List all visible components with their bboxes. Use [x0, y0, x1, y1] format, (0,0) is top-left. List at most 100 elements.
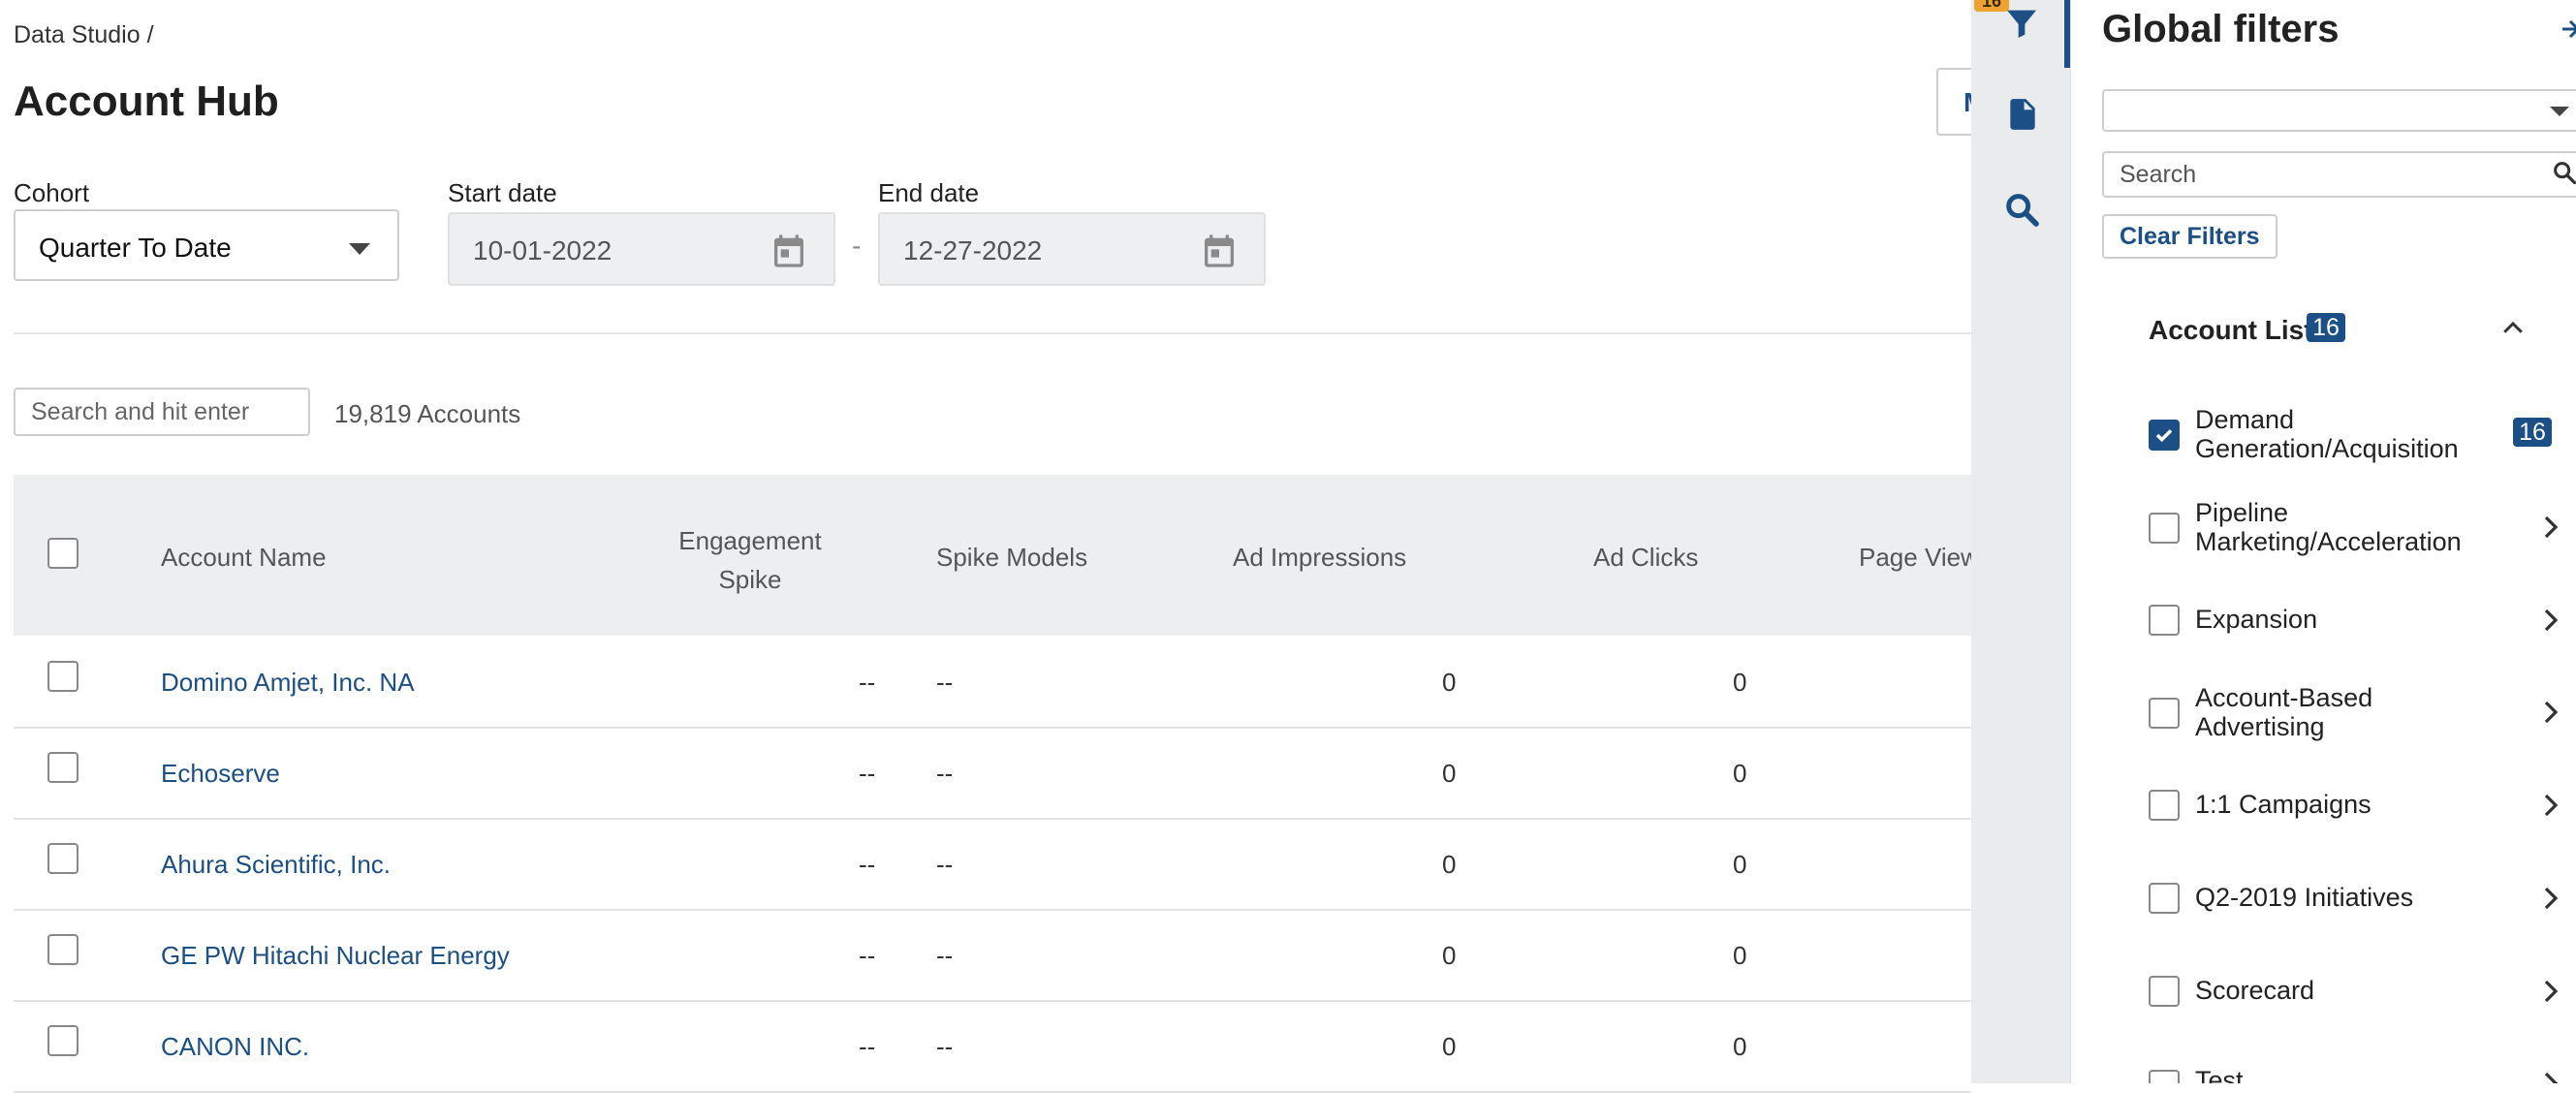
table-row: Echoserve -- -- 0 0: [14, 727, 1971, 820]
cohort-value: Quarter To Date: [39, 233, 232, 263]
filter-item-label: Expansion: [2195, 605, 2318, 634]
rail-active-indicator: [2064, 0, 2070, 68]
calendar-icon[interactable]: [1200, 232, 1239, 270]
chevron-right-icon[interactable]: [2536, 605, 2565, 636]
spike-models-cell: --: [936, 1032, 954, 1061]
header-page-views[interactable]: Page Views: [1859, 543, 1971, 573]
filter-item-pipeline-marketing[interactable]: Pipeline Marketing/Acceleration: [2149, 498, 2576, 556]
filter-item-1-1-campaigns[interactable]: 1:1 Campaigns: [2149, 790, 2576, 838]
filter-item-label: Q2-2019 Initiatives: [2195, 883, 2414, 912]
chevron-right-icon[interactable]: [2536, 883, 2565, 914]
filter-checkbox[interactable]: [2149, 513, 2180, 544]
filter-item-scorecard[interactable]: Scorecard: [2149, 976, 2576, 1024]
spike-models-cell: --: [936, 759, 954, 788]
ad-clicks-cell: 0: [1733, 1032, 1747, 1061]
end-date-value: 12-27-2022: [903, 235, 1043, 265]
chevron-right-icon[interactable]: [2536, 976, 2565, 1007]
table-row: CANON INC. -- -- 0 0: [14, 1000, 1971, 1093]
checkmark-icon: [2155, 429, 2173, 443]
filter-item-test[interactable]: Test: [2149, 1066, 2576, 1083]
cohort-label: Cohort: [14, 178, 90, 207]
engagement-spike-cell: --: [859, 668, 876, 697]
search-icon[interactable]: [2002, 190, 2041, 229]
ad-clicks-cell: 0: [1733, 668, 1747, 697]
ad-impressions-cell: 0: [1442, 1032, 1457, 1061]
row-checkbox[interactable]: [47, 752, 79, 783]
chevron-right-icon[interactable]: [2536, 512, 2565, 543]
chevron-down-icon: [2550, 107, 2569, 116]
filter-item-count-badge: 16: [2513, 418, 2552, 447]
table-header: Account Name Engagement Spike Spike Mode…: [14, 475, 1971, 636]
filter-checkbox[interactable]: [2149, 698, 2180, 729]
ad-impressions-cell: 0: [1442, 759, 1457, 788]
account-search-input[interactable]: [14, 388, 310, 436]
filter-item-expansion[interactable]: Expansion: [2149, 605, 2576, 653]
document-icon[interactable]: [2004, 95, 2041, 134]
chevron-right-icon[interactable]: [2536, 697, 2565, 728]
icon-rail: [1971, 0, 2072, 1083]
search-icon: [2554, 162, 2576, 185]
start-date-input[interactable]: 10-01-2022: [448, 212, 835, 286]
account-name-link[interactable]: Ahura Scientific, Inc.: [161, 850, 391, 880]
engagement-spike-cell: --: [859, 941, 876, 970]
engagement-spike-cell: --: [859, 759, 876, 788]
filter-set-select[interactable]: [2102, 89, 2576, 132]
panel-title: Global filters: [2102, 8, 2340, 50]
ad-impressions-cell: 0: [1442, 941, 1457, 970]
account-name-link[interactable]: CANON INC.: [161, 1032, 309, 1062]
section-divider: [14, 332, 1971, 334]
filter-item-label: Scorecard: [2195, 976, 2315, 1005]
engagement-spike-cell: --: [859, 1032, 876, 1061]
row-checkbox[interactable]: [47, 934, 79, 965]
filter-checkbox[interactable]: [2149, 976, 2180, 1007]
account-name-link[interactable]: Domino Amjet, Inc. NA: [161, 668, 415, 698]
breadcrumb[interactable]: Data Studio /: [14, 21, 154, 49]
filter-checkbox[interactable]: [2149, 883, 2180, 914]
row-checkbox[interactable]: [47, 661, 79, 692]
filter-checkbox[interactable]: [2149, 1070, 2180, 1083]
filter-item-label: Demand Generation/Acquisition: [2195, 405, 2459, 463]
account-list-section-title[interactable]: Account List: [2149, 315, 2313, 346]
ad-impressions-cell: 0: [1442, 850, 1457, 879]
clear-filters-button[interactable]: Clear Filters: [2102, 214, 2278, 259]
row-checkbox[interactable]: [47, 843, 79, 874]
end-date-label: End date: [878, 178, 980, 207]
table-row: Ahura Scientific, Inc. -- -- 0 0: [14, 818, 1971, 911]
filter-checkbox-checked[interactable]: [2149, 420, 2180, 451]
header-ad-clicks[interactable]: Ad Clicks: [1593, 543, 1698, 573]
select-all-checkbox[interactable]: [47, 538, 79, 569]
cohort-select[interactable]: Quarter To Date: [14, 209, 399, 281]
filter-item-label: Account-Based Advertising: [2195, 683, 2373, 741]
header-account-name[interactable]: Account Name: [161, 543, 327, 573]
filter-item-label: 1:1 Campaigns: [2195, 790, 2372, 819]
engagement-spike-cell: --: [859, 850, 876, 879]
account-name-link[interactable]: GE PW Hitachi Nuclear Energy: [161, 941, 510, 971]
account-list-count-badge: 16: [2307, 313, 2345, 342]
ad-impressions-cell: 0: [1442, 668, 1457, 697]
filter-item-demand-generation[interactable]: Demand Generation/Acquisition 16: [2149, 405, 2576, 463]
filter-checkbox[interactable]: [2149, 605, 2180, 636]
account-count: 19,819 Accounts: [334, 399, 521, 428]
header-ad-impressions[interactable]: Ad Impressions: [1233, 543, 1406, 573]
page-title: Account Hub: [14, 78, 279, 125]
end-date-input[interactable]: 12-27-2022: [878, 212, 1266, 286]
filter-icon[interactable]: [2002, 4, 2041, 43]
account-name-link[interactable]: Echoserve: [161, 759, 280, 789]
chevron-right-icon[interactable]: [2536, 1068, 2565, 1083]
filter-search-input[interactable]: [2102, 151, 2576, 198]
filter-item-account-based-advertising[interactable]: Account-Based Advertising: [2149, 683, 2576, 741]
header-engagement-spike[interactable]: Engagement Spike: [653, 521, 847, 599]
header-spike-models[interactable]: Spike Models: [936, 543, 1087, 573]
spike-models-cell: --: [936, 941, 954, 970]
table-row: GE PW Hitachi Nuclear Energy -- -- 0 0: [14, 909, 1971, 1002]
ad-clicks-cell: 0: [1733, 941, 1747, 970]
chevron-right-icon[interactable]: [2536, 790, 2565, 821]
table-row: Domino Amjet, Inc. NA -- -- 0 0: [14, 636, 1971, 729]
row-checkbox[interactable]: [47, 1025, 79, 1056]
filter-item-q2-2019-initiatives[interactable]: Q2-2019 Initiatives: [2149, 883, 2576, 931]
chevron-up-icon[interactable]: [2498, 314, 2528, 343]
filter-checkbox[interactable]: [2149, 790, 2180, 821]
chevron-down-icon: [349, 243, 370, 255]
collapse-arrow-icon[interactable]: [2560, 14, 2576, 45]
calendar-icon[interactable]: [770, 232, 808, 270]
